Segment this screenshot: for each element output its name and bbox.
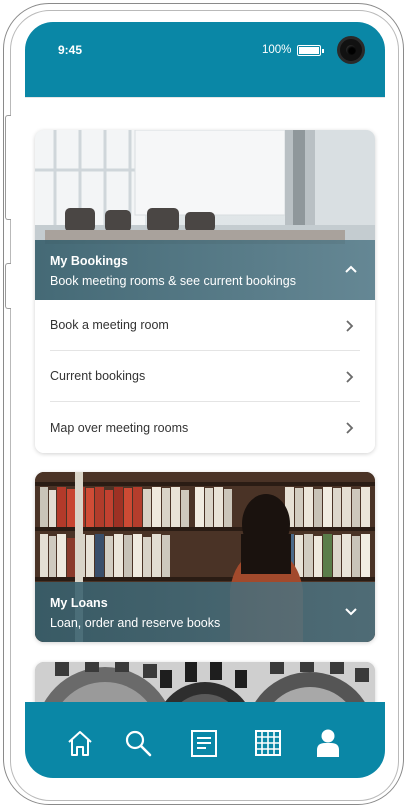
next-card[interactable]: [35, 662, 375, 702]
divider: [25, 97, 385, 98]
status-time: 9:45: [58, 43, 83, 57]
document-icon: [191, 730, 217, 757]
nav-home[interactable]: [63, 726, 97, 760]
next-card-header[interactable]: [35, 662, 375, 702]
chevron-down-icon[interactable]: [343, 604, 359, 618]
bookings-card: My Bookings Book meeting rooms & see cur…: [35, 130, 375, 453]
chevron-right-icon: [346, 320, 354, 332]
list-item-map-rooms[interactable]: Map over meeting rooms: [50, 402, 360, 453]
bottom-nav: [25, 702, 385, 778]
list-item-current-bookings[interactable]: Current bookings: [50, 351, 360, 402]
bookings-list: Book a meeting room Current bookings Map…: [35, 300, 375, 453]
gears-image: [35, 662, 375, 702]
nav-grid[interactable]: [251, 726, 285, 760]
home-icon: [68, 731, 92, 756]
front-camera: [337, 36, 365, 64]
loans-card: My Loans Loan, order and reserve books: [35, 472, 375, 642]
bookings-card-title: My Bookings: [50, 254, 128, 268]
loans-card-header[interactable]: My Loans Loan, order and reserve books: [35, 472, 375, 642]
list-item-label: Map over meeting rooms: [50, 420, 189, 435]
nav-profile[interactable]: [311, 726, 345, 760]
status-bar: 9:45 100%: [25, 22, 385, 97]
grid-icon: [255, 730, 281, 756]
search-icon: [125, 730, 152, 757]
nav-documents[interactable]: [187, 726, 221, 760]
chevron-right-icon: [346, 422, 354, 434]
side-volume-button: [5, 115, 11, 220]
loans-card-title: My Loans: [50, 596, 108, 610]
user-icon: [317, 729, 339, 757]
nav-search[interactable]: [121, 726, 155, 760]
battery-icon: [297, 45, 324, 56]
chevron-up-icon[interactable]: [343, 262, 359, 276]
list-item-label: Book a meeting room: [50, 318, 169, 332]
list-item-book-room[interactable]: Book a meeting room: [50, 300, 360, 351]
chevron-right-icon: [346, 371, 354, 383]
bookings-card-overlay: My Bookings Book meeting rooms & see cur…: [35, 240, 375, 300]
bookings-card-header[interactable]: My Bookings Book meeting rooms & see cur…: [35, 130, 375, 300]
list-item-label: Current bookings: [50, 369, 146, 383]
battery-percentage: 100%: [262, 44, 292, 56]
bookings-card-subtitle: Book meeting rooms & see current booking…: [50, 274, 296, 288]
content-area[interactable]: My Bookings Book meeting rooms & see cur…: [25, 97, 385, 702]
screen: 9:45 100% My Bookings Book meeting rooms…: [25, 22, 385, 778]
side-power-button: [5, 263, 11, 309]
loans-card-overlay: My Loans Loan, order and reserve books: [35, 582, 375, 642]
loans-card-subtitle: Loan, order and reserve books: [50, 616, 221, 630]
